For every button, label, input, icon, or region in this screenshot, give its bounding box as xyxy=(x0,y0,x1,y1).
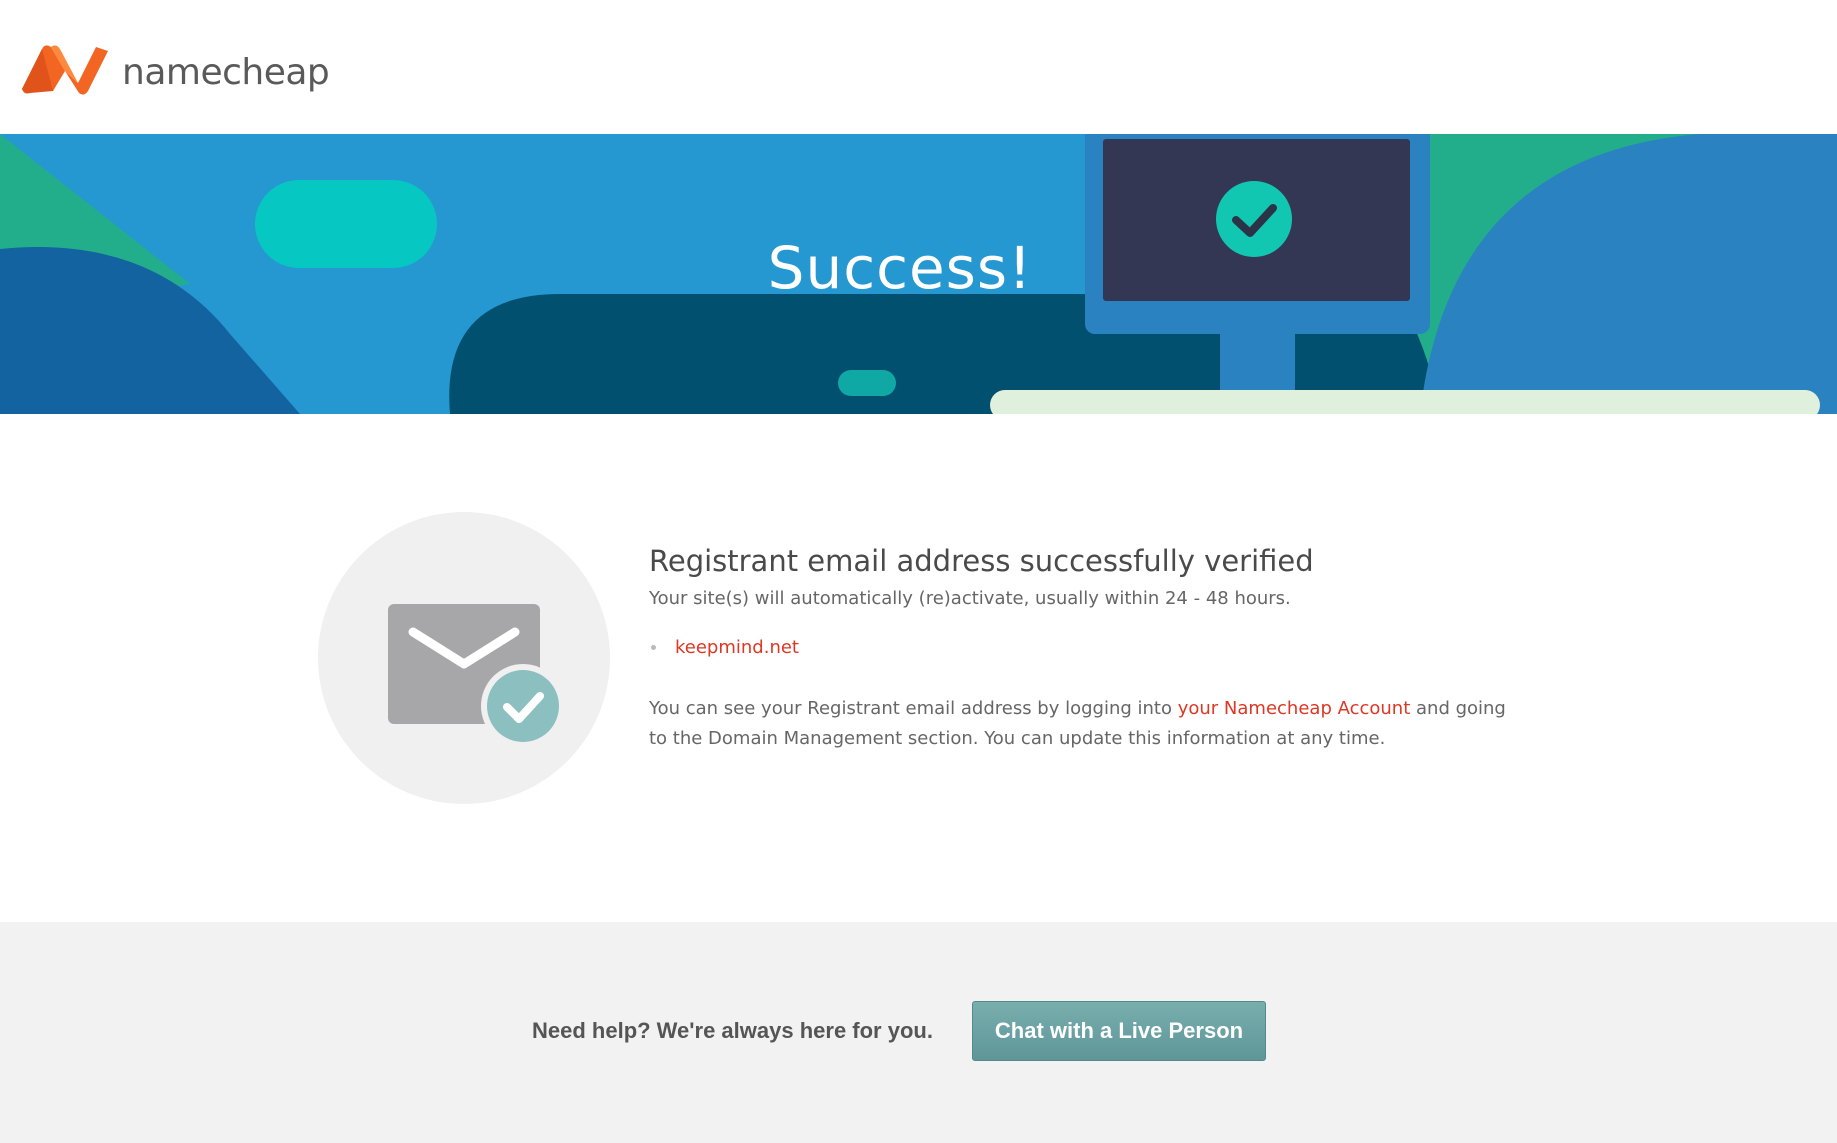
domain-link[interactable]: keepmind.net xyxy=(675,637,799,658)
verification-message: Registrant email address successfully ve… xyxy=(649,544,1529,754)
main-content: Registrant email address successfully ve… xyxy=(0,414,1837,922)
envelope-check-icon xyxy=(318,512,610,804)
help-section: Need help? We're always here for you. Ch… xyxy=(0,922,1837,1143)
namecheap-account-link[interactable]: your Namecheap Account xyxy=(1178,698,1411,719)
activation-note: Your site(s) will automatically (re)acti… xyxy=(649,588,1291,609)
brand-name: namecheap xyxy=(122,51,330,93)
bullet-icon xyxy=(651,645,656,650)
namecheap-logo-icon xyxy=(20,43,110,95)
verification-heading: Registrant email address successfully ve… xyxy=(649,544,1314,578)
account-info: You can see your Registrant email addres… xyxy=(649,694,1529,754)
info-text-start: You can see your Registrant email addres… xyxy=(649,698,1178,719)
list-item: keepmind.net xyxy=(649,637,1529,658)
hero-banner: Success! xyxy=(0,134,1837,414)
domain-list: keepmind.net xyxy=(649,637,1529,658)
logo-link[interactable]: namecheap xyxy=(20,42,330,96)
chat-live-person-button[interactable]: Chat with a Live Person xyxy=(972,1001,1266,1061)
hero-title: Success! xyxy=(767,234,1033,302)
help-text: Need help? We're always here for you. xyxy=(532,1018,933,1043)
site-header: namecheap xyxy=(0,0,1837,134)
